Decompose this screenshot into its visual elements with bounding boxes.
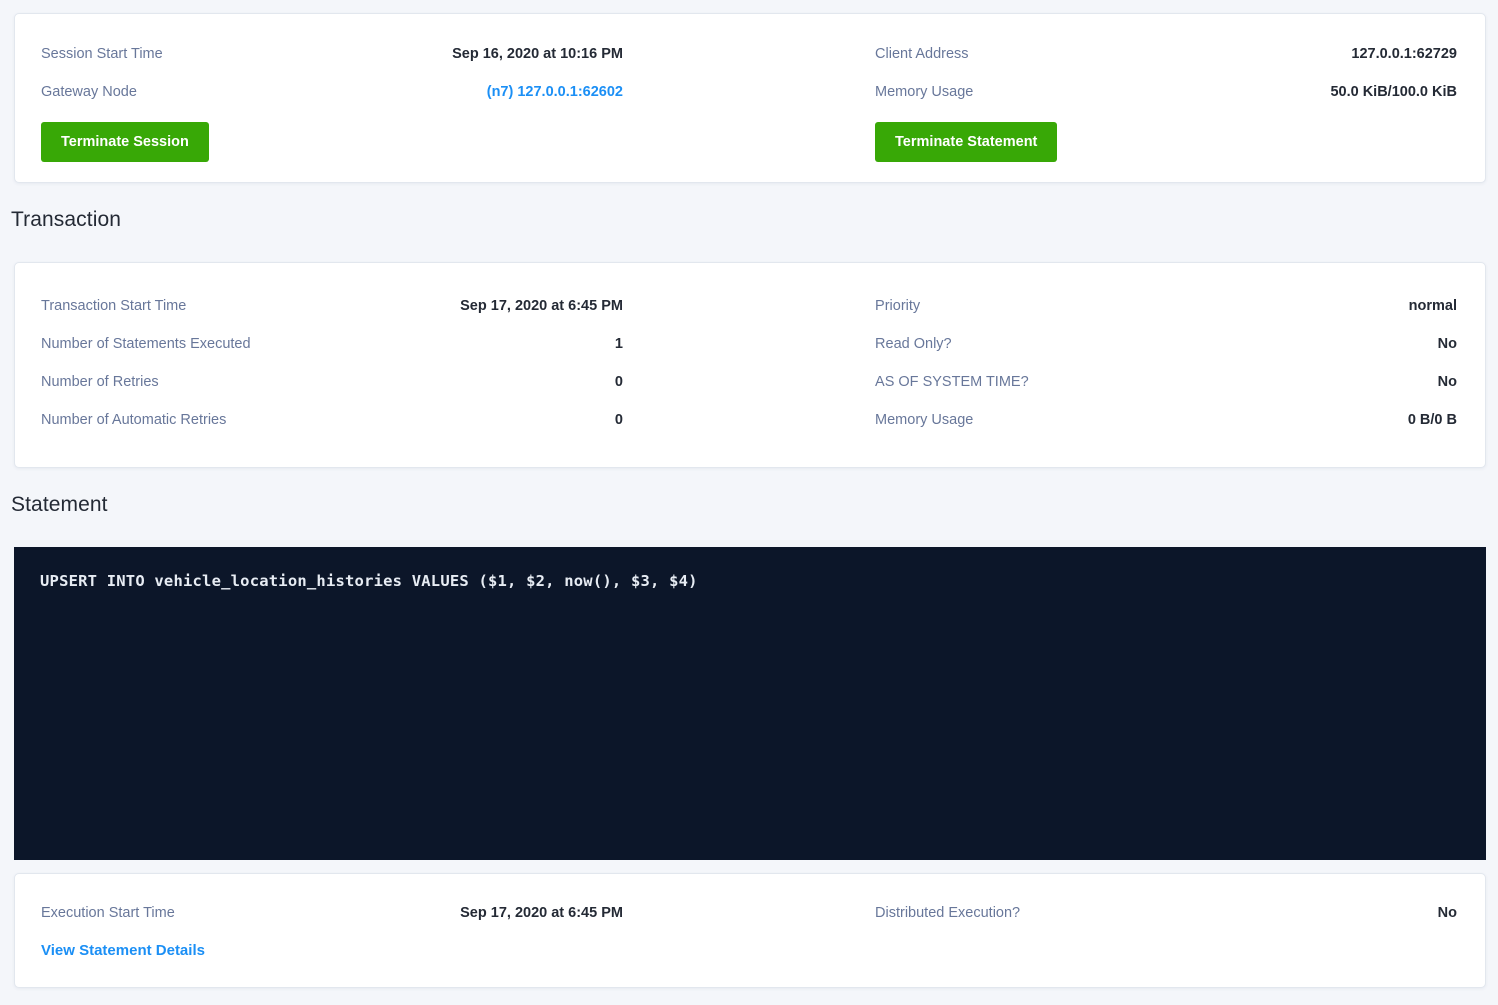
row-label: Distributed Execution? bbox=[875, 903, 1020, 923]
row-value: 0 bbox=[615, 410, 623, 430]
row-label: Memory Usage bbox=[875, 82, 973, 102]
session-summary-card: Session Start Time Sep 16, 2020 at 10:16… bbox=[14, 13, 1486, 183]
row-value: Sep 17, 2020 at 6:45 PM bbox=[460, 296, 623, 316]
execution-card-columns: Execution Start Time Sep 17, 2020 at 6:4… bbox=[41, 894, 1457, 961]
summary-row-as-of-system-time: AS OF SYSTEM TIME? No bbox=[875, 363, 1457, 401]
row-value: Sep 17, 2020 at 6:45 PM bbox=[460, 903, 623, 923]
row-value: 127.0.0.1:62729 bbox=[1351, 44, 1457, 64]
transaction-card-columns: Transaction Start Time Sep 17, 2020 at 6… bbox=[41, 287, 1457, 439]
summary-row-execution-start-time: Execution Start Time Sep 17, 2020 at 6:4… bbox=[41, 894, 623, 932]
summary-row-distributed-execution: Distributed Execution? No bbox=[875, 894, 1457, 932]
view-statement-details-link[interactable]: View Statement Details bbox=[41, 941, 205, 961]
row-label: Transaction Start Time bbox=[41, 296, 186, 316]
summary-row-statements-executed: Number of Statements Executed 1 bbox=[41, 325, 623, 363]
row-value: No bbox=[1438, 903, 1457, 923]
row-label: Memory Usage bbox=[875, 410, 973, 430]
row-label: Number of Retries bbox=[41, 372, 159, 392]
session-details-page: Session Start Time Sep 16, 2020 at 10:16… bbox=[0, 0, 1498, 988]
summary-row-transaction-memory-usage: Memory Usage 0 B/0 B bbox=[875, 401, 1457, 439]
execution-card-right-column: Distributed Execution? No bbox=[875, 894, 1457, 961]
row-value: No bbox=[1438, 334, 1457, 354]
session-card-right-column: Client Address 127.0.0.1:62729 Memory Us… bbox=[875, 35, 1457, 162]
transaction-card-right-column: Priority normal Read Only? No AS OF SYST… bbox=[875, 287, 1457, 439]
statement-sql-text: UPSERT INTO vehicle_location_histories V… bbox=[40, 572, 698, 590]
summary-row-automatic-retries: Number of Automatic Retries 0 bbox=[41, 401, 623, 439]
row-value: Sep 16, 2020 at 10:16 PM bbox=[452, 44, 623, 64]
row-value: normal bbox=[1409, 296, 1457, 316]
row-value: 50.0 KiB/100.0 KiB bbox=[1330, 82, 1457, 102]
row-label: Number of Statements Executed bbox=[41, 334, 251, 354]
statement-sql-box: UPSERT INTO vehicle_location_histories V… bbox=[14, 547, 1486, 860]
session-card-columns: Session Start Time Sep 16, 2020 at 10:16… bbox=[41, 35, 1457, 162]
row-label: Priority bbox=[875, 296, 920, 316]
summary-row-retries: Number of Retries 0 bbox=[41, 363, 623, 401]
summary-row-priority: Priority normal bbox=[875, 287, 1457, 325]
row-label: Read Only? bbox=[875, 334, 952, 354]
row-label: Execution Start Time bbox=[41, 903, 175, 923]
transaction-heading: Transaction bbox=[11, 208, 1486, 231]
row-value: 0 B/0 B bbox=[1408, 410, 1457, 430]
summary-row-read-only: Read Only? No bbox=[875, 325, 1457, 363]
session-card-left-column: Session Start Time Sep 16, 2020 at 10:16… bbox=[41, 35, 623, 162]
statement-heading: Statement bbox=[11, 493, 1486, 516]
row-label: Number of Automatic Retries bbox=[41, 410, 226, 430]
summary-row-client-address: Client Address 127.0.0.1:62729 bbox=[875, 35, 1457, 73]
summary-row-session-start-time: Session Start Time Sep 16, 2020 at 10:16… bbox=[41, 35, 623, 73]
row-value: 0 bbox=[615, 372, 623, 392]
row-value: 1 bbox=[615, 334, 623, 354]
terminate-statement-button[interactable]: Terminate Statement bbox=[875, 122, 1057, 162]
row-label: Gateway Node bbox=[41, 82, 137, 102]
summary-row-transaction-start-time: Transaction Start Time Sep 17, 2020 at 6… bbox=[41, 287, 623, 325]
summary-row-session-memory-usage: Memory Usage 50.0 KiB/100.0 KiB bbox=[875, 73, 1457, 111]
terminate-session-button[interactable]: Terminate Session bbox=[41, 122, 209, 162]
execution-summary-card: Execution Start Time Sep 17, 2020 at 6:4… bbox=[14, 873, 1486, 988]
transaction-summary-card: Transaction Start Time Sep 17, 2020 at 6… bbox=[14, 262, 1486, 468]
summary-row-gateway-node: Gateway Node (n7) 127.0.0.1:62602 bbox=[41, 73, 623, 111]
row-value: No bbox=[1438, 372, 1457, 392]
row-label: Client Address bbox=[875, 44, 969, 64]
row-label: AS OF SYSTEM TIME? bbox=[875, 372, 1029, 392]
execution-card-left-column: Execution Start Time Sep 17, 2020 at 6:4… bbox=[41, 894, 623, 961]
transaction-card-left-column: Transaction Start Time Sep 17, 2020 at 6… bbox=[41, 287, 623, 439]
gateway-node-link[interactable]: (n7) 127.0.0.1:62602 bbox=[487, 82, 623, 102]
row-label: Session Start Time bbox=[41, 44, 163, 64]
